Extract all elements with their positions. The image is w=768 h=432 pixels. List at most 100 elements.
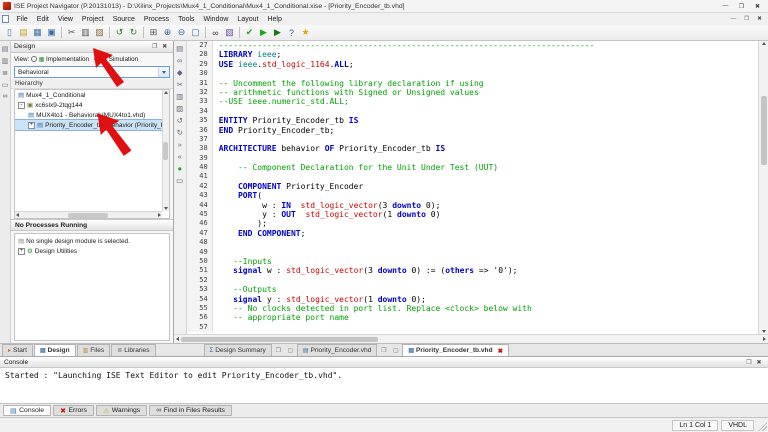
- check-icon[interactable]: ✔: [243, 26, 256, 39]
- copy-icon[interactable]: ▥: [79, 26, 92, 39]
- tab-design[interactable]: ▤Design: [34, 344, 76, 356]
- tree-item-mux4to1-behavioral-mux4to1-vhd[interactable]: ▤MUX4to1 - Behavioral (MUX4to1.vhd): [15, 110, 169, 120]
- paste-icon[interactable]: ▨: [174, 103, 185, 114]
- radio-simulation[interactable]: [94, 56, 100, 62]
- check-syntax-icon[interactable]: ●: [174, 163, 185, 174]
- files-panel-icon[interactable]: ▥: [1, 56, 10, 65]
- editor-horizontal-scrollbar[interactable]: [174, 334, 768, 343]
- save-all-icon[interactable]: ▣: [45, 26, 58, 39]
- scroll-left-icon[interactable]: [16, 213, 19, 217]
- redo-icon[interactable]: ↻: [127, 26, 140, 39]
- comment-icon[interactable]: ▭: [174, 175, 185, 186]
- menu-item-file[interactable]: File: [12, 13, 32, 25]
- radio-implementation[interactable]: [31, 56, 37, 62]
- menu-item-help[interactable]: Help: [263, 13, 286, 25]
- process-item-design-utilities[interactable]: +⚙Design Utilities: [15, 246, 169, 256]
- radio-option-implementation[interactable]: ▦Implementation: [31, 56, 89, 63]
- expander-icon[interactable]: +: [28, 122, 35, 129]
- bottom-tab-errors[interactable]: ✖Errors: [53, 405, 94, 416]
- console-panel-icon[interactable]: ▭: [1, 80, 10, 89]
- hierarchy-tree[interactable]: ▤Mux4_1_Conditional-▣xc6slx9-2tqg144▤MUX…: [14, 89, 170, 219]
- radio-option-simulation[interactable]: ▩Simulation: [94, 56, 138, 63]
- scrollbar-thumb[interactable]: [181, 337, 378, 342]
- float-window-icon[interactable]: ❐: [273, 344, 284, 356]
- tab-libraries[interactable]: ≣Libraries: [111, 344, 155, 356]
- mdi-minimize-button[interactable]: —: [727, 14, 740, 24]
- tree-horizontal-scrollbar[interactable]: [15, 211, 162, 218]
- float-panel-icon[interactable]: ❐: [150, 42, 160, 51]
- console-output[interactable]: Started : "Launching ISE Text Editor to …: [0, 368, 768, 403]
- find-in-editor-icon[interactable]: ∞: [174, 55, 185, 66]
- menu-item-layout[interactable]: Layout: [233, 13, 263, 25]
- tab-priority-encoder-tb-vhd[interactable]: ▤Priority_Encoder_tb.vhd✖: [402, 344, 509, 356]
- open-folder-icon[interactable]: ▤: [17, 26, 30, 39]
- scroll-down-icon[interactable]: [762, 330, 766, 333]
- close-panel-icon[interactable]: ✖: [754, 358, 764, 367]
- find-results-panel-icon[interactable]: ∞: [1, 92, 10, 101]
- tree-item-priority-encoder-tb-behavior-priority-en[interactable]: +▤Priority_Encoder_tb - behavior (Priori…: [15, 120, 169, 130]
- new-window-icon[interactable]: ⊞: [147, 26, 160, 39]
- undo-icon[interactable]: ↺: [174, 115, 185, 126]
- run-all-icon[interactable]: ▶: [271, 26, 284, 39]
- libraries-panel-icon[interactable]: ≣: [1, 68, 10, 77]
- code-editor[interactable]: 27--------------------------------------…: [187, 41, 758, 334]
- undo-icon[interactable]: ↺: [113, 26, 126, 39]
- menu-item-edit[interactable]: Edit: [32, 13, 53, 25]
- menu-item-window[interactable]: Window: [199, 13, 233, 25]
- redo-icon[interactable]: ↻: [174, 127, 185, 138]
- cut-icon[interactable]: ✂: [65, 26, 78, 39]
- close-icon[interactable]: ✖: [498, 347, 503, 355]
- source-doc-icon[interactable]: ▤: [174, 43, 185, 54]
- menu-item-source[interactable]: Source: [108, 13, 139, 25]
- tree-item-xc6slx9-2tqg144[interactable]: -▣xc6slx9-2tqg144: [15, 100, 169, 110]
- mdi-restore-button[interactable]: ❐: [740, 14, 753, 24]
- menu-item-view[interactable]: View: [53, 13, 77, 25]
- minimize-button[interactable]: —: [718, 1, 733, 12]
- tab-priority-encoder-vhd[interactable]: ▤Priority_Encoder.vhd: [297, 344, 378, 356]
- expander-icon[interactable]: +: [18, 248, 25, 255]
- window-icon[interactable]: ▢: [390, 344, 401, 356]
- bookmark-icon[interactable]: ◆: [174, 67, 185, 78]
- zoom-in-icon[interactable]: ⊕: [161, 26, 174, 39]
- scrollbar-thumb[interactable]: [68, 213, 108, 218]
- float-window-icon[interactable]: ❐: [378, 344, 389, 356]
- tree-vertical-scrollbar[interactable]: [162, 90, 169, 211]
- save-icon[interactable]: ▦: [31, 26, 44, 39]
- tree-item-mux4-1-conditional[interactable]: ▤Mux4_1_Conditional: [15, 90, 169, 100]
- lightbulb-icon[interactable]: ★: [299, 26, 312, 39]
- indent-icon[interactable]: »: [174, 139, 185, 150]
- scroll-left-icon[interactable]: [176, 337, 179, 341]
- sim-view-dropdown[interactable]: Behavioral: [14, 66, 170, 78]
- menu-item-tools[interactable]: Tools: [174, 13, 199, 25]
- float-panel-icon[interactable]: ❐: [744, 358, 754, 367]
- window-icon[interactable]: ▢: [285, 344, 296, 356]
- tab-design-summary[interactable]: ΣDesign Summary: [204, 344, 272, 356]
- scroll-down-icon[interactable]: [164, 207, 168, 210]
- new-file-icon[interactable]: ▯: [3, 26, 16, 39]
- cut-icon[interactable]: ✂: [174, 79, 185, 90]
- editor-vertical-scrollbar[interactable]: [758, 41, 768, 334]
- close-panel-icon[interactable]: ✖: [160, 42, 170, 51]
- run-icon[interactable]: ▶: [257, 26, 270, 39]
- maximize-button[interactable]: ❐: [734, 1, 749, 12]
- bottom-tab-console[interactable]: ▤Console: [3, 405, 51, 416]
- scroll-right-icon[interactable]: [158, 213, 161, 217]
- bottom-tab-warnings[interactable]: ⚠Warnings: [96, 405, 147, 416]
- processes-panel[interactable]: ▤No single design module is selected.+⚙D…: [14, 233, 170, 341]
- paste-icon[interactable]: ▨: [93, 26, 106, 39]
- design-panel-icon[interactable]: ▤: [1, 44, 10, 53]
- scrollbar-thumb[interactable]: [163, 142, 168, 160]
- tab-files[interactable]: ▥Files: [77, 344, 111, 356]
- scroll-right-icon[interactable]: [763, 337, 766, 341]
- copy-icon[interactable]: ▥: [174, 91, 185, 102]
- find-icon[interactable]: ∞: [209, 26, 222, 39]
- scrollbar-track[interactable]: [181, 335, 761, 343]
- scroll-up-icon[interactable]: [164, 91, 168, 94]
- close-button[interactable]: ✖: [750, 1, 765, 12]
- dropdown-arrow-button[interactable]: [158, 67, 169, 77]
- scrollbar-track[interactable]: [759, 45, 768, 330]
- help-icon[interactable]: ?: [285, 26, 298, 39]
- scrollbar-thumb[interactable]: [761, 96, 767, 164]
- project-settings-icon[interactable]: ▧: [223, 26, 236, 39]
- tab-start[interactable]: ▸Start: [2, 344, 33, 356]
